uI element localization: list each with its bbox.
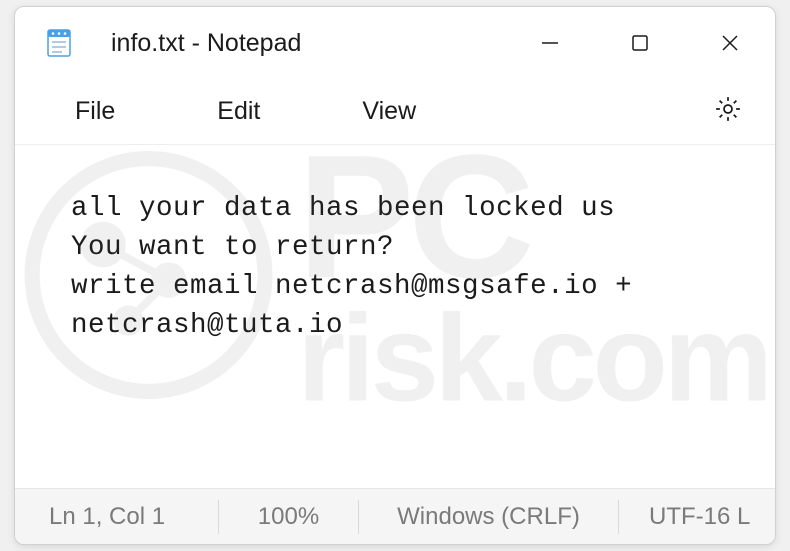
minimize-button[interactable]	[505, 7, 595, 79]
status-zoom: 100%	[219, 500, 359, 534]
status-position: Ln 1, Col 1	[49, 500, 219, 534]
status-encoding: UTF-16 L	[619, 500, 768, 534]
settings-button[interactable]	[699, 86, 757, 137]
notepad-window: info.txt - Notepad File Edit View all yo…	[14, 6, 776, 545]
menu-view[interactable]: View	[340, 87, 438, 136]
menubar: File Edit View	[15, 79, 775, 145]
menu-file[interactable]: File	[53, 87, 137, 136]
menu-edit[interactable]: Edit	[195, 87, 282, 136]
notepad-icon	[43, 27, 75, 59]
gear-icon	[713, 94, 743, 124]
maximize-button[interactable]	[595, 7, 685, 79]
statusbar: Ln 1, Col 1 100% Windows (CRLF) UTF-16 L	[15, 488, 775, 544]
window-title: info.txt - Notepad	[111, 29, 505, 58]
titlebar: info.txt - Notepad	[15, 7, 775, 79]
window-controls	[505, 7, 775, 79]
close-button[interactable]	[685, 7, 775, 79]
status-line-ending: Windows (CRLF)	[359, 500, 619, 534]
text-editor-content[interactable]: all your data has been locked us You wan…	[15, 145, 775, 488]
